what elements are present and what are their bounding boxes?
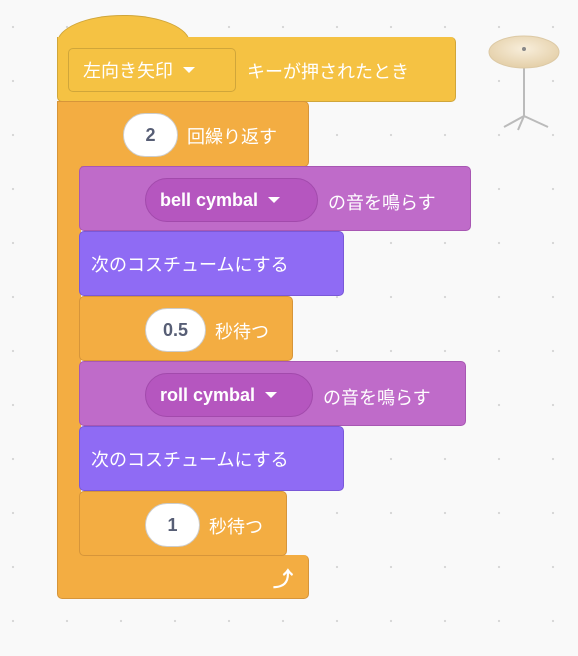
sound-label: の音を鳴らす bbox=[328, 193, 436, 214]
hat-label: キーが押されたとき bbox=[247, 62, 409, 83]
next-costume-label: 次のコスチュームにする bbox=[91, 449, 289, 471]
sound-dropdown-value: bell cymbal bbox=[160, 189, 259, 210]
sound-dropdown-value: roll cymbal bbox=[160, 384, 256, 405]
key-dropdown[interactable]: 左向き矢印 bbox=[68, 48, 236, 92]
repeat-arm bbox=[57, 150, 81, 570]
chevron-down-icon bbox=[268, 197, 281, 203]
wait-label: 秒待つ bbox=[209, 517, 263, 538]
sound-label: の音を鳴らす bbox=[323, 388, 431, 409]
wait-label: 秒待つ bbox=[215, 322, 269, 343]
repeat-label: 回繰り返す bbox=[187, 127, 277, 148]
sound-dropdown[interactable]: roll cymbal bbox=[145, 373, 313, 417]
repeat-block-bottom bbox=[57, 555, 309, 599]
cymbal-sprite-icon bbox=[488, 35, 560, 131]
wait-seconds-input[interactable]: 0.5 bbox=[145, 308, 206, 352]
next-costume-block[interactable]: 次のコスチュームにする bbox=[79, 426, 344, 491]
repeat-arrow-icon: ⤴ bbox=[273, 567, 293, 591]
chevron-down-icon bbox=[183, 67, 195, 73]
key-dropdown-value: 左向き矢印 bbox=[83, 61, 173, 82]
next-costume-label: 次のコスチュームにする bbox=[91, 254, 289, 276]
chevron-down-icon bbox=[265, 392, 278, 398]
repeat-count-input[interactable]: 2 bbox=[123, 113, 178, 157]
sound-dropdown[interactable]: bell cymbal bbox=[145, 178, 318, 222]
next-costume-block[interactable]: 次のコスチュームにする bbox=[79, 231, 344, 296]
wait-seconds-input[interactable]: 1 bbox=[145, 503, 200, 547]
